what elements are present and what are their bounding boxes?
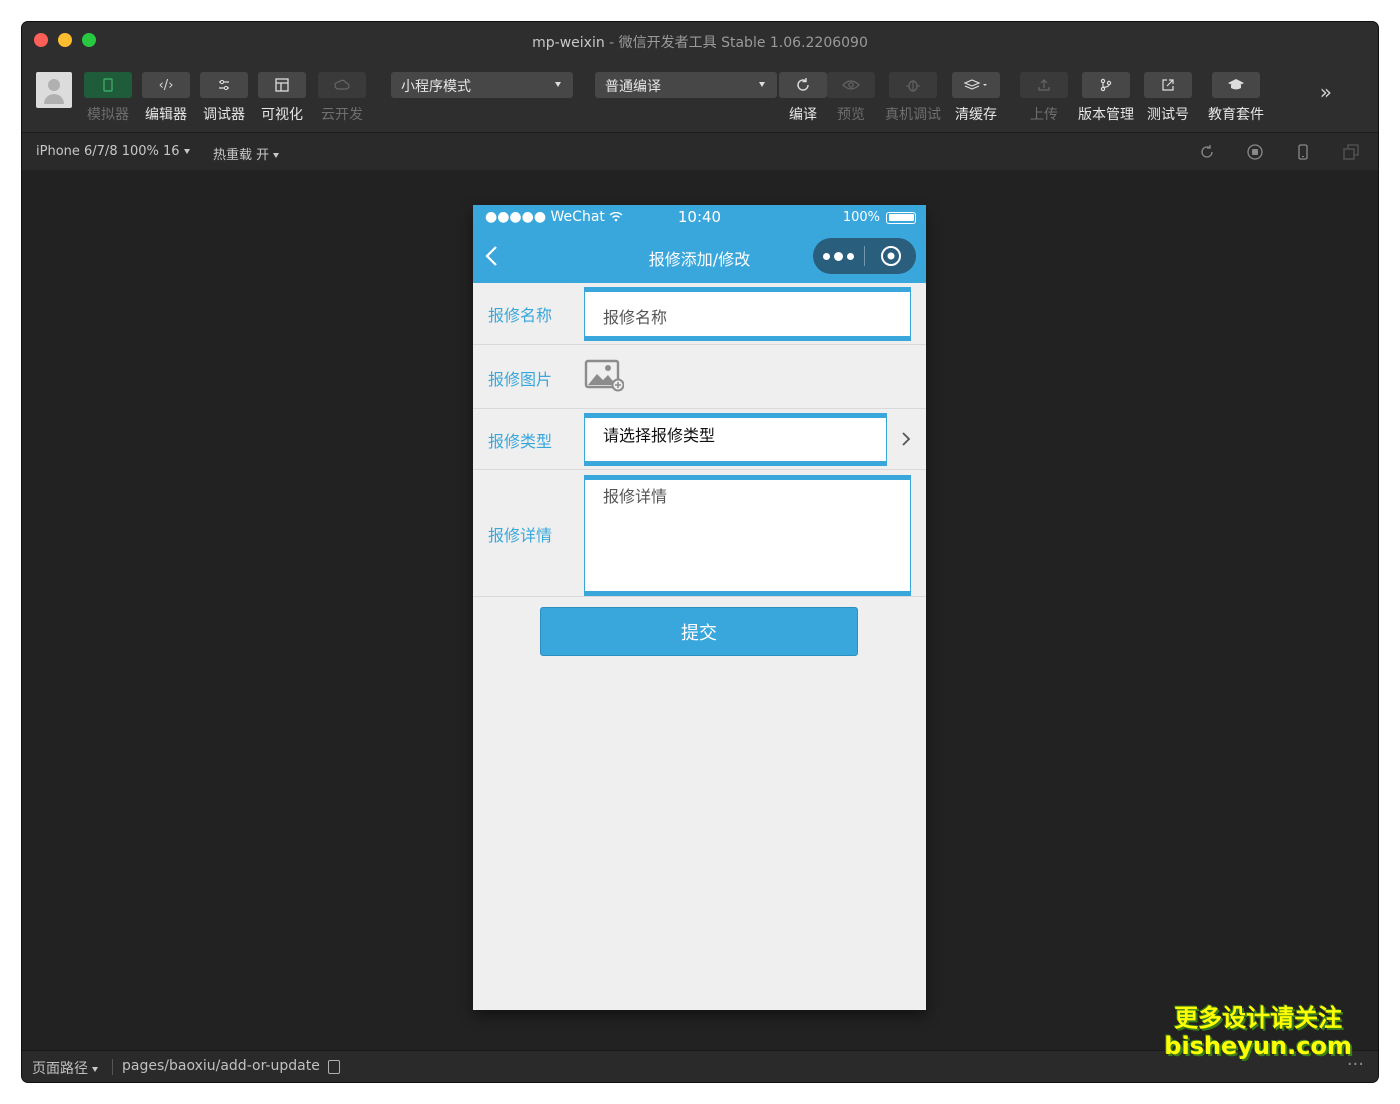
mode-select-value: 小程序模式 xyxy=(401,79,471,95)
compile-label: 编译 xyxy=(789,107,817,123)
cloud-icon xyxy=(318,72,366,98)
main-toolbar: 模拟器 ‹/› 编辑器 调试器 可视化 云开发 小程序模式 普通编译 编译 预览… xyxy=(22,60,1378,132)
detail-textarea[interactable]: 报修详情 xyxy=(584,475,911,596)
preview-button[interactable]: 预览 xyxy=(827,72,875,124)
cloud-label: 云开发 xyxy=(321,107,363,123)
edu-kit-button[interactable]: 教育套件 xyxy=(1208,72,1264,124)
chevron-down-icon xyxy=(92,1066,98,1072)
external-icon xyxy=(1144,72,1192,98)
watermark-line-2: bisheyun.com xyxy=(1164,1032,1352,1060)
more-toolbar-icon[interactable]: » xyxy=(1320,80,1332,104)
battery-percent: 100% xyxy=(842,210,880,225)
phone-status-bar: ●●●●● WeChat 10:40 100% xyxy=(473,205,926,231)
avatar[interactable] xyxy=(36,72,72,108)
title-bar: mp-weixin - 微信开发者工具 Stable 1.06.2206090 xyxy=(22,22,1378,60)
upload-icon xyxy=(1020,72,1068,98)
page-path-toggle[interactable]: 页面路径 xyxy=(32,1058,98,1078)
hot-reload-toggle[interactable]: 热重载 开 xyxy=(213,144,280,163)
visual-button[interactable]: 可视化 xyxy=(258,72,306,124)
mini-program-capsule xyxy=(813,238,916,274)
upload-label: 上传 xyxy=(1030,107,1058,123)
phone-nav-bar: 报修添加/修改 xyxy=(473,231,926,283)
page-path-label: 页面路径 xyxy=(32,1061,88,1077)
watermark: 更多设计请关注 bisheyun.com xyxy=(1164,1004,1352,1060)
battery-icon xyxy=(886,211,916,224)
device-select[interactable]: iPhone 6/7/8 100% 16 xyxy=(36,144,190,159)
chevron-right-icon[interactable] xyxy=(901,431,911,451)
test-account-label: 测试号 xyxy=(1147,107,1189,123)
compile-button[interactable]: 编译 xyxy=(779,72,827,124)
device-select-value: iPhone 6/7/8 100% 16 xyxy=(36,144,180,159)
detach-window-icon[interactable] xyxy=(1342,143,1360,161)
clear-cache-button[interactable]: 清缓存 xyxy=(952,72,1000,124)
name-row: 报修名称 报修名称 xyxy=(473,283,926,345)
preview-label: 预览 xyxy=(837,107,865,123)
layers-icon xyxy=(952,72,1000,98)
version-label: 版本管理 xyxy=(1078,107,1134,123)
graduation-icon xyxy=(1212,72,1260,98)
type-label: 报修类型 xyxy=(488,432,553,451)
visual-label: 可视化 xyxy=(261,107,303,123)
detail-row: 报修详情 报修详情 xyxy=(473,470,926,597)
phone-simulator: ●●●●● WeChat 10:40 100% 报修添加/修改 报修名称 报修名… xyxy=(473,205,926,1010)
editor-label: 编辑器 xyxy=(145,107,187,123)
devtools-window: mp-weixin - 微信开发者工具 Stable 1.06.2206090 … xyxy=(22,22,1378,1082)
simulator-subbar: iPhone 6/7/8 100% 16 热重载 开 xyxy=(22,132,1378,170)
more-dots-icon[interactable] xyxy=(813,251,864,261)
debugger-button[interactable]: 调试器 xyxy=(200,72,248,124)
debugger-label: 调试器 xyxy=(203,107,245,123)
simulator-button[interactable]: 模拟器 xyxy=(84,72,132,124)
debug-icon xyxy=(200,72,248,98)
remote-debug-button[interactable]: 真机调试 xyxy=(885,72,941,124)
name-input[interactable]: 报修名称 xyxy=(584,287,911,341)
chevron-down-icon xyxy=(183,149,190,154)
type-picker[interactable]: 请选择报修类型 xyxy=(584,413,887,466)
submit-button[interactable]: 提交 xyxy=(540,607,858,656)
add-image-icon[interactable] xyxy=(584,358,625,396)
clear-cache-label: 清缓存 xyxy=(955,107,997,123)
type-row: 报修类型 请选择报修类型 xyxy=(473,409,926,470)
window-title-separator: - xyxy=(604,35,619,51)
simulator-stage: ●●●●● WeChat 10:40 100% 报修添加/修改 报修名称 报修名… xyxy=(22,170,1378,1050)
image-label: 报修图片 xyxy=(488,370,553,389)
rotate-icon[interactable] xyxy=(1198,143,1216,161)
editor-button[interactable]: ‹/› 编辑器 xyxy=(142,72,190,124)
window-title: mp-weixin - 微信开发者工具 Stable 1.06.2206090 xyxy=(22,32,1378,52)
edu-kit-label: 教育套件 xyxy=(1208,107,1264,123)
detail-label: 报修详情 xyxy=(488,526,553,545)
version-button[interactable]: 版本管理 xyxy=(1078,72,1134,124)
test-account-button[interactable]: 测试号 xyxy=(1144,72,1192,124)
refresh-icon xyxy=(779,72,827,98)
record-icon[interactable] xyxy=(1246,143,1264,161)
chevron-down-icon xyxy=(759,82,765,87)
window-app-name: mp-weixin xyxy=(532,35,605,51)
image-row: 报修图片 xyxy=(473,345,926,409)
mode-select[interactable]: 小程序模式 xyxy=(391,72,573,98)
watermark-line-1: 更多设计请关注 xyxy=(1174,1004,1343,1032)
chevron-down-icon xyxy=(555,82,561,87)
bug-icon xyxy=(889,72,937,98)
name-label: 报修名称 xyxy=(488,306,553,325)
compile-select-value: 普通编译 xyxy=(605,79,661,95)
phone-icon xyxy=(84,72,132,98)
hot-reload-value: 热重载 开 xyxy=(213,148,270,163)
close-target-icon[interactable] xyxy=(865,245,916,267)
layout-icon xyxy=(258,72,306,98)
page-path: pages/baoxiu/add-or-update xyxy=(122,1058,320,1074)
chevron-down-icon xyxy=(273,153,280,158)
eye-icon xyxy=(827,72,875,98)
cloud-button[interactable]: 云开发 xyxy=(318,72,366,124)
simulator-label: 模拟器 xyxy=(87,107,129,123)
battery-indicator: 100% xyxy=(843,210,916,225)
upload-button[interactable]: 上传 xyxy=(1020,72,1068,124)
remote-debug-label: 真机调试 xyxy=(885,107,941,123)
window-subtitle: 微信开发者工具 Stable 1.06.2206090 xyxy=(618,35,868,51)
compile-select[interactable]: 普通编译 xyxy=(595,72,777,98)
copy-icon[interactable] xyxy=(328,1060,340,1074)
branch-icon xyxy=(1082,72,1130,98)
device-icon[interactable] xyxy=(1294,143,1312,161)
code-icon: ‹/› xyxy=(142,72,190,98)
